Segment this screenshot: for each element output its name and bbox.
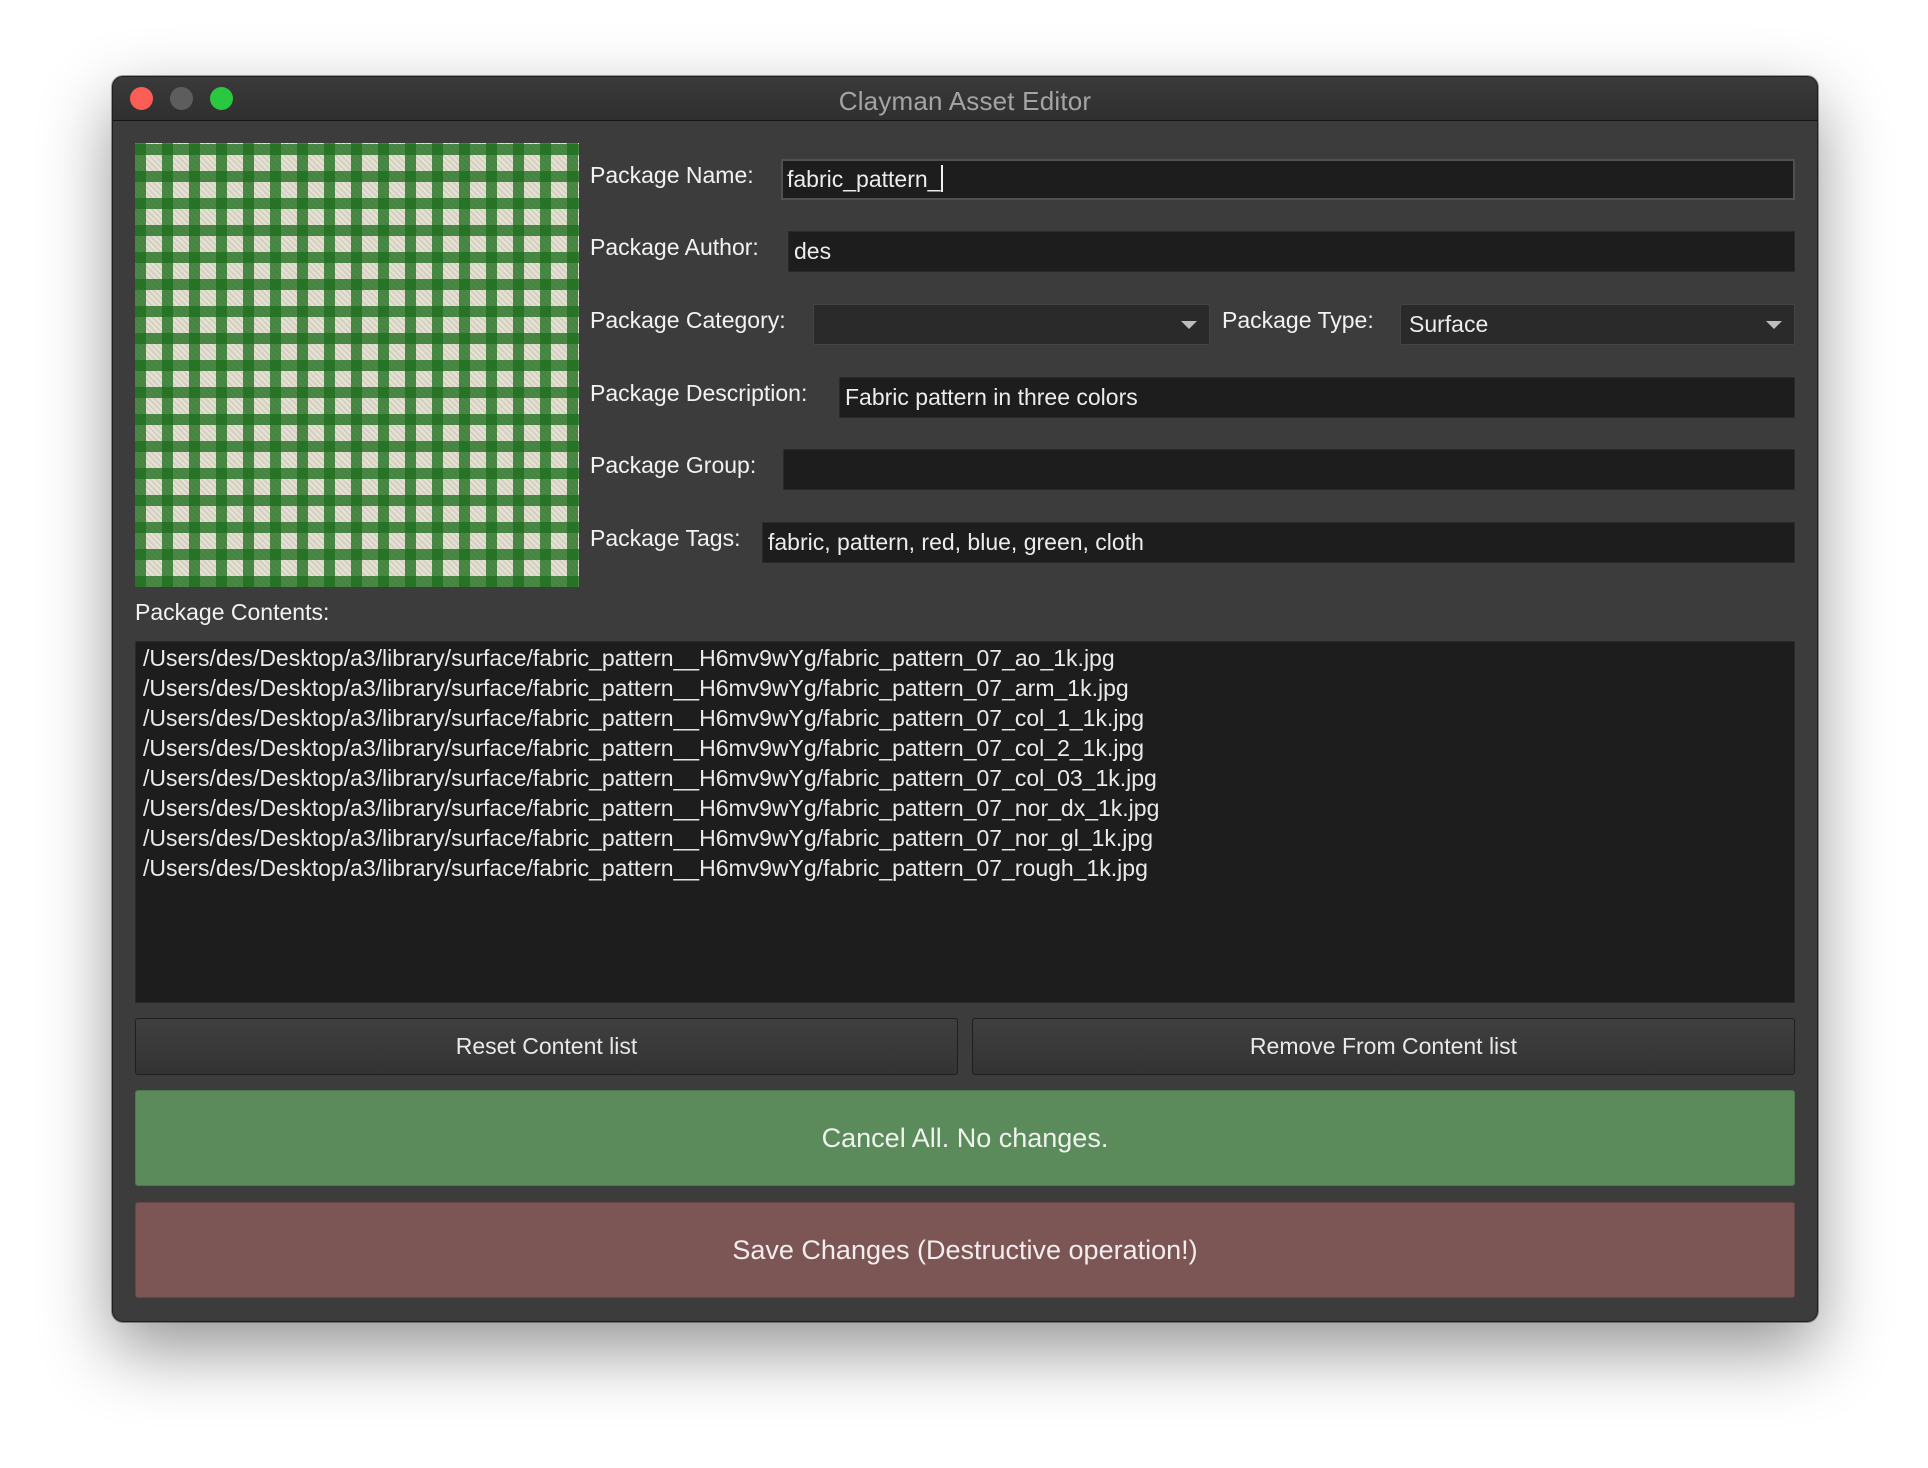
package-tags-label: Package Tags:	[590, 525, 741, 551]
chevron-down-icon	[1766, 321, 1782, 329]
package-tags-input[interactable]: fabric, pattern, red, blue, green, cloth	[762, 522, 1795, 563]
package-group-label: Package Group:	[590, 452, 757, 478]
asset-editor-window: Clayman Asset Editor Package Name: fabri…	[112, 76, 1818, 1322]
cancel-all-button[interactable]: Cancel All. No changes.	[135, 1090, 1795, 1186]
reset-content-list-button[interactable]: Reset Content list	[135, 1018, 958, 1075]
package-contents-list[interactable]: /Users/des/Desktop/a3/library/surface/fa…	[135, 641, 1795, 1003]
content-list-item[interactable]: /Users/des/Desktop/a3/library/surface/fa…	[143, 733, 1794, 763]
package-type-dropdown[interactable]: Surface	[1400, 304, 1795, 345]
remove-from-content-list-button[interactable]: Remove From Content list	[972, 1018, 1795, 1075]
content-list-item[interactable]: /Users/des/Desktop/a3/library/surface/fa…	[143, 673, 1794, 703]
text-cursor	[941, 165, 944, 192]
package-description-input[interactable]: Fabric pattern in three colors	[839, 377, 1795, 418]
content-list-item[interactable]: /Users/des/Desktop/a3/library/surface/fa…	[143, 703, 1794, 733]
content-list-item[interactable]: /Users/des/Desktop/a3/library/surface/fa…	[143, 763, 1794, 793]
content-list-item[interactable]: /Users/des/Desktop/a3/library/surface/fa…	[143, 823, 1794, 853]
package-type-label: Package Type:	[1222, 307, 1374, 333]
package-description-label: Package Description:	[590, 380, 808, 406]
fabric-texture-preview	[135, 143, 579, 587]
title-bar[interactable]: Clayman Asset Editor	[113, 77, 1817, 121]
content-list-item[interactable]: /Users/des/Desktop/a3/library/surface/fa…	[143, 793, 1794, 823]
package-type-value: Surface	[1409, 311, 1489, 337]
package-name-label: Package Name:	[590, 162, 754, 188]
save-changes-button[interactable]: Save Changes (Destructive operation!)	[135, 1202, 1795, 1298]
chevron-down-icon	[1181, 321, 1197, 329]
package-name-value: fabric_pattern_	[787, 166, 941, 192]
content-list-item[interactable]: /Users/des/Desktop/a3/library/surface/fa…	[143, 643, 1794, 673]
package-contents-label: Package Contents:	[135, 599, 330, 625]
package-author-label: Package Author:	[590, 234, 759, 260]
package-group-input[interactable]	[783, 449, 1795, 490]
package-category-label: Package Category:	[590, 307, 786, 333]
window-title: Clayman Asset Editor	[838, 86, 1092, 116]
package-category-dropdown[interactable]	[813, 304, 1210, 345]
package-name-input[interactable]: fabric_pattern_	[781, 159, 1795, 200]
content-list-item[interactable]: /Users/des/Desktop/a3/library/surface/fa…	[143, 853, 1794, 883]
package-author-input[interactable]: des	[788, 231, 1795, 272]
